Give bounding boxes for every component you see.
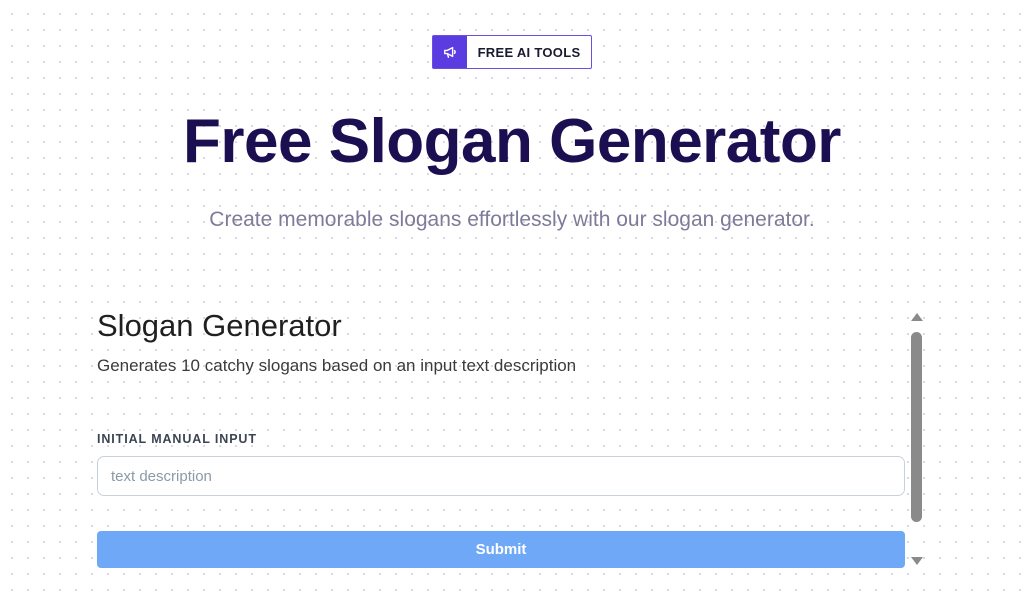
scrollbar[interactable] [908,310,926,566]
tool-description: Generates 10 catchy slogans based on an … [97,356,577,375]
badge-label: FREE AI TOOLS [477,44,581,60]
submit-button[interactable]: Submit [97,531,905,568]
slogan-generator-panel: Slogan Generator Generates 10 catchy slo… [97,305,905,585]
text-description-input[interactable] [97,456,905,496]
tool-title: Slogan Generator [97,308,342,343]
free-ai-tools-badge[interactable]: FREE AI TOOLS [432,35,592,69]
page-title: Free Slogan Generator [183,107,841,176]
initial-input-label: INITIAL MANUAL INPUT [97,432,257,446]
scrollbar-thumb[interactable] [911,332,922,522]
scroll-up-arrow-icon[interactable] [910,312,924,322]
megaphone-icon [433,36,467,68]
page-subtitle: Create memorable slogans effortlessly wi… [209,208,815,231]
scroll-down-arrow-icon[interactable] [910,556,924,566]
